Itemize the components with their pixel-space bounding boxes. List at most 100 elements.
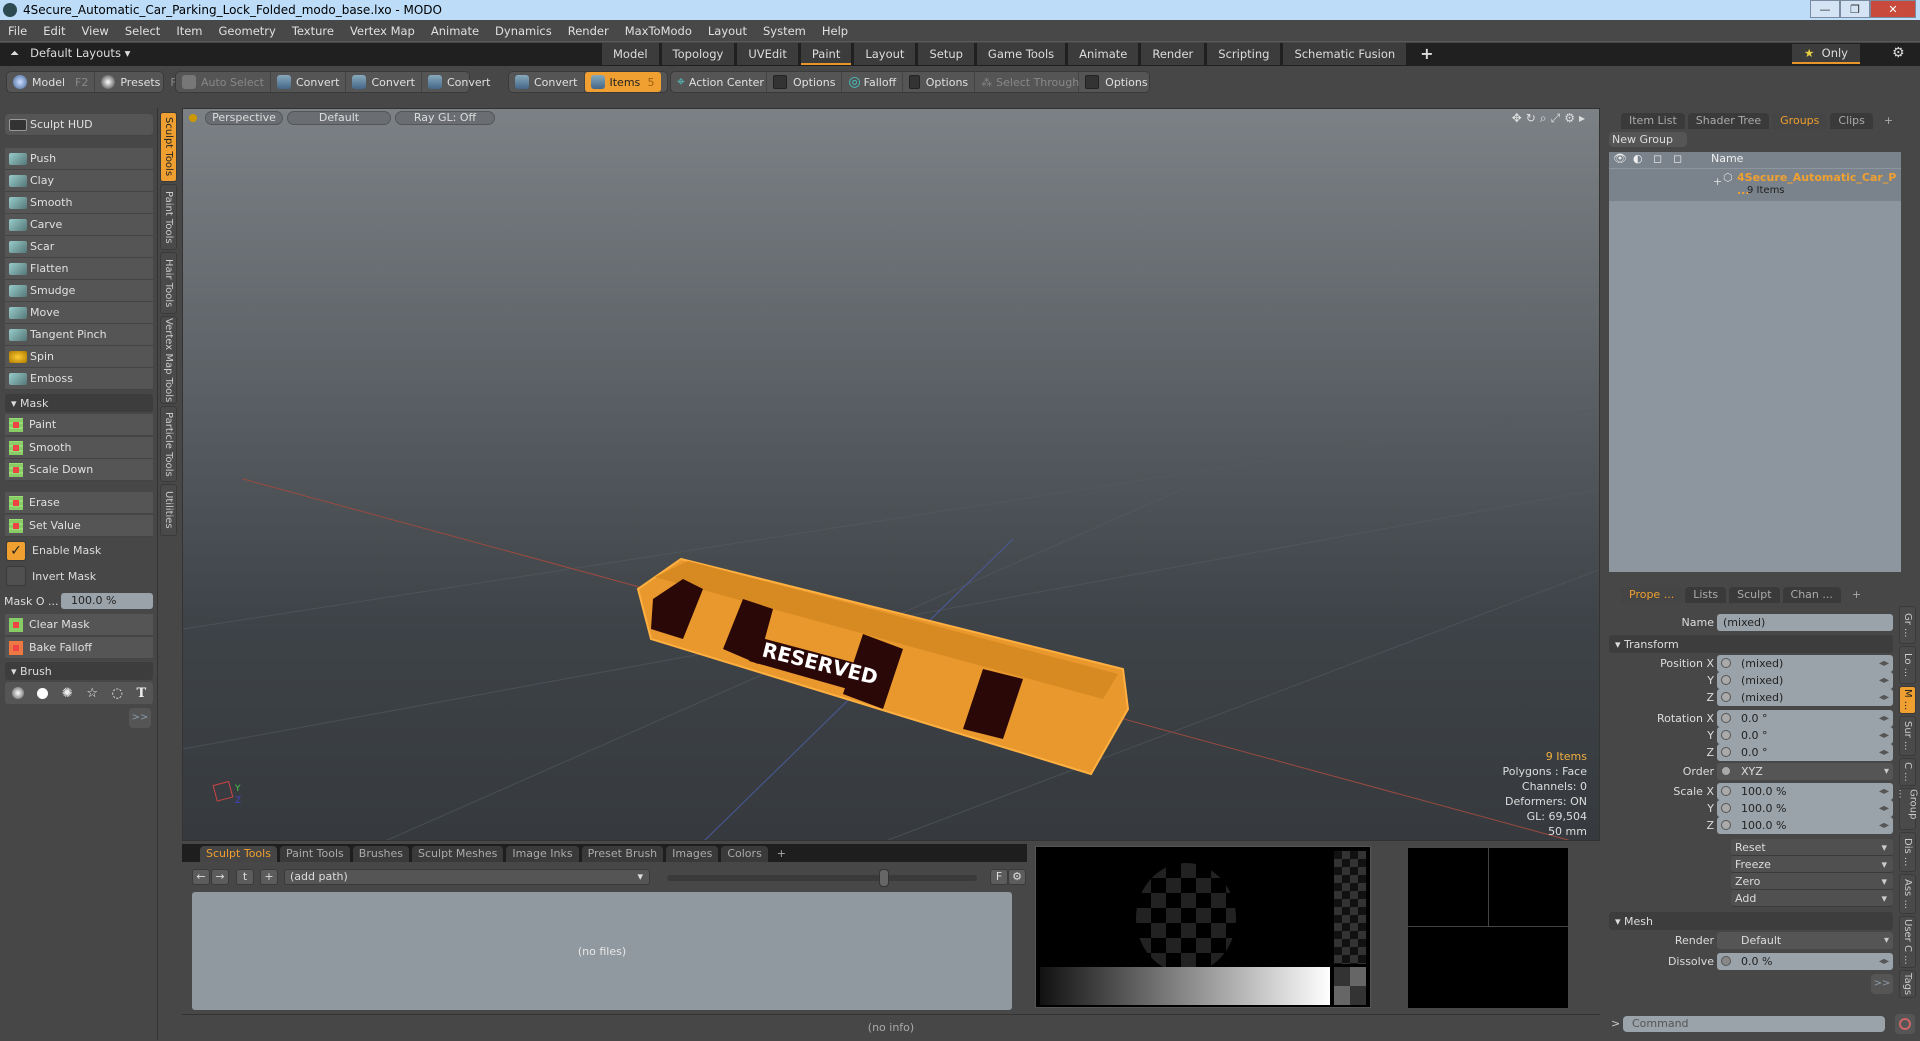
tab-colors[interactable]: Colors [721,846,768,862]
tab-images[interactable]: Images [666,846,719,862]
mask-opacity-field[interactable]: 100.0 % [61,593,153,609]
menu-system[interactable]: System [755,24,814,38]
only-button[interactable]: ★ Only [1792,44,1860,64]
tab-paint[interactable]: Paint [800,43,852,65]
tab-schematic-fusion[interactable]: Schematic Fusion [1283,43,1407,65]
add-tab-button[interactable]: + [1409,43,1444,65]
side-tab-locator[interactable]: Lo ... [1899,646,1916,684]
side-tab-mesh[interactable]: M ... [1899,686,1916,714]
tab-model[interactable]: Model [602,43,659,65]
vtab-vertex-map-tools[interactable]: Vertex Map Tools [160,316,177,404]
tab-layout[interactable]: Layout [854,43,916,65]
tool-flatten[interactable]: Flatten [5,258,153,280]
auto-select-button[interactable]: Auto Select [176,72,271,92]
tool-smudge[interactable]: Smudge [5,280,153,302]
command-input[interactable]: Command [1623,1016,1885,1032]
transform-section-header[interactable]: ▾ Transform [1609,635,1893,653]
filter-button[interactable]: F [990,869,1008,885]
tool-tangent-pinch[interactable]: Tangent Pinch [5,324,153,346]
tab-setup[interactable]: Setup [918,43,974,65]
add-path-button[interactable]: + [260,869,278,885]
tab-brushes[interactable]: Brushes [352,846,410,862]
mask-smooth-button[interactable]: Smooth [5,437,153,459]
visibility-icon[interactable]: 👁 [1613,152,1627,165]
mask-scale-down-button[interactable]: Scale Down [5,459,153,481]
vtab-hair-tools[interactable]: Hair Tools [160,252,177,314]
text-brush-icon[interactable]: T [137,686,147,701]
tool-clay[interactable]: Clay [5,170,153,192]
tab-sculpt[interactable]: Sculpt [1729,587,1780,603]
mask-section-header[interactable]: ▾ Mask [5,394,153,412]
brush-section-header[interactable]: ▾ Brush [5,662,153,680]
menu-view[interactable]: View [74,24,117,38]
slider-handle[interactable] [879,869,889,887]
minimize-button[interactable]: — [1810,0,1840,18]
select-options-button[interactable]: Options [1079,72,1153,92]
add-tab-button[interactable]: + [1844,587,1869,603]
side-tab-c[interactable]: C ... [1899,758,1916,786]
action-center-button[interactable]: ⌖ Action Center [671,72,767,92]
file-list[interactable]: (no files) [192,892,1012,1010]
tab-game-tools[interactable]: Game Tools [976,43,1066,65]
menu-help[interactable]: Help [814,24,856,38]
menu-item[interactable]: Item [168,24,210,38]
tool-push[interactable]: Push [5,148,153,170]
clear-mask-button[interactable]: Clear Mask [5,614,153,636]
model-button[interactable]: Model F2 [7,72,96,92]
mask-erase-button[interactable]: Erase [5,492,153,514]
tab-properties[interactable]: Prope ... [1621,587,1683,603]
soft-brush-icon[interactable] [11,687,24,699]
3d-viewport[interactable]: Perspective Default Ray GL: Off ✥↻⌕⤢⚙▸ R… [182,108,1600,841]
add-tab-button[interactable]: + [771,846,792,862]
scale-x-field[interactable]: 100.0 % ◂▸ [1717,783,1893,800]
restore-button[interactable]: ❐ [1840,0,1870,18]
rotation-z-field[interactable]: 0.0 ° ◂▸ [1717,744,1893,761]
tab-render[interactable]: Render [1141,43,1205,65]
add-dropdown[interactable]: Add [1731,890,1893,907]
tool-emboss[interactable]: Emboss [5,368,153,390]
tool-spin[interactable]: Spin [5,346,153,368]
tool-move[interactable]: Move [5,302,153,324]
bake-falloff-button[interactable]: Bake Falloff [5,637,153,659]
tab-item-list[interactable]: Item List [1621,113,1685,129]
star-brush-icon[interactable]: ☆ [86,686,98,701]
add-tab-button[interactable]: + [1876,113,1901,129]
select-icon[interactable]: ◻ [1673,152,1682,165]
side-tab-display[interactable]: Dis ... [1899,832,1916,872]
action-options-button[interactable]: Options [767,72,843,92]
dissolve-field[interactable]: 0.0 % ◂▸ [1717,953,1893,970]
tab-channels[interactable]: Chan ... [1782,587,1841,603]
tab-shader-tree[interactable]: Shader Tree [1687,113,1770,129]
expand-icon[interactable]: + [1713,175,1722,188]
scale-z-field[interactable]: 100.0 % ◂▸ [1717,817,1893,834]
tab-topology[interactable]: Topology [661,43,735,65]
convert-vertices-button[interactable]: Convert [271,72,347,92]
new-group-button[interactable]: New Group [1609,132,1687,147]
tab-lists[interactable]: Lists [1685,587,1727,603]
record-button[interactable] [1895,1014,1915,1034]
items-button[interactable]: Items 5 [584,72,661,92]
scale-y-field[interactable]: 100.0 % ◂▸ [1717,800,1893,817]
render-dropdown[interactable]: Default ▾ [1717,932,1893,949]
reset-dropdown[interactable]: Reset [1731,839,1893,856]
enable-mask-checkbox[interactable]: ✓ [6,541,26,561]
menu-render[interactable]: Render [560,24,617,38]
rotation-x-field[interactable]: 0.0 ° ◂▸ [1717,710,1893,727]
tool-scar[interactable]: Scar [5,236,153,258]
back-button[interactable]: ← [192,869,210,885]
side-tab-user-channels[interactable]: User C ... [1899,916,1916,968]
falloff-options-button[interactable]: Options [903,72,976,92]
position-x-field[interactable]: (mixed) ◂▸ [1717,655,1893,672]
vtab-utilities[interactable]: Utilities [160,484,177,536]
menu-texture[interactable]: Texture [284,24,342,38]
gear-icon[interactable]: ⚙ [1892,45,1905,61]
splatter-brush-icon[interactable]: ✺ [62,686,73,701]
convert-edges-button[interactable]: Convert [346,72,422,92]
group-row[interactable]: + ⬡ 4Secure_Automatic_Car_P ... 9 Items [1609,169,1901,201]
sculpt-hud-button[interactable]: Sculpt HUD [5,114,153,136]
close-button[interactable]: ✕ [1870,0,1916,18]
tab-clips[interactable]: Clips [1830,113,1873,129]
rotation-y-field[interactable]: 0.0 ° ◂▸ [1717,727,1893,744]
more-button[interactable]: >> [1871,974,1893,994]
side-tab-surface[interactable]: Sur ... [1899,716,1916,756]
